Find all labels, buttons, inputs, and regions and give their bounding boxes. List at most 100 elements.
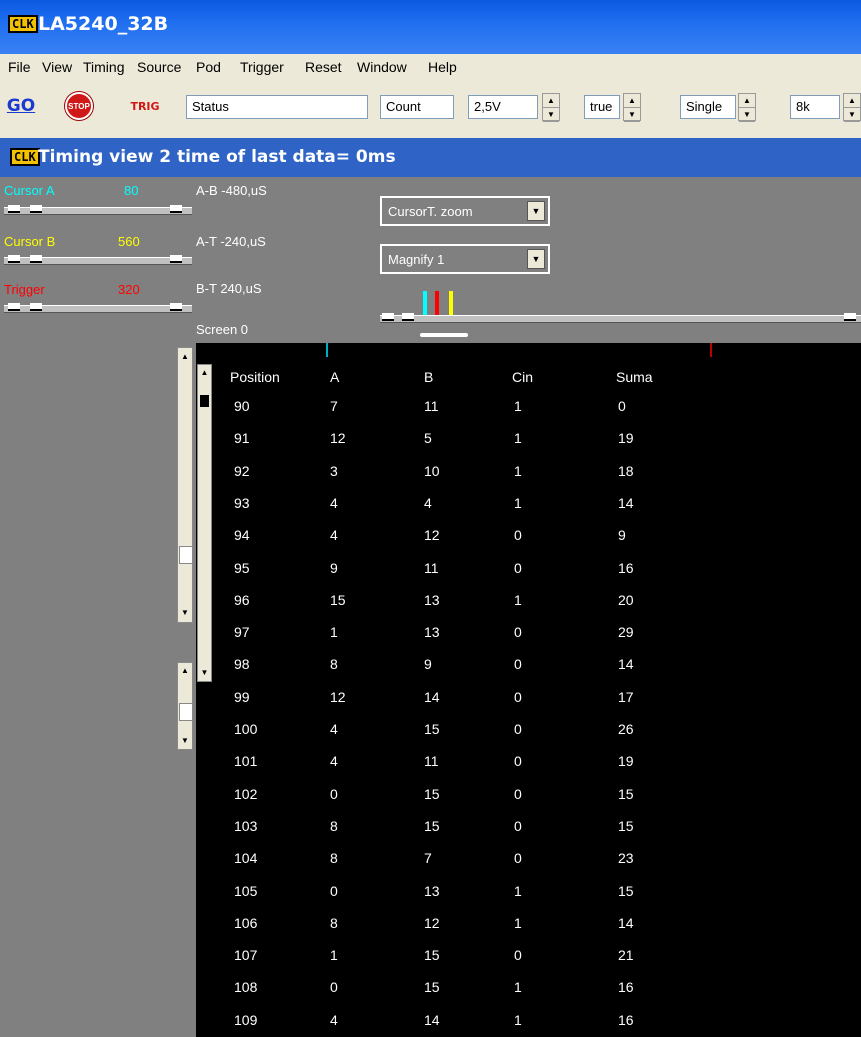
column-header-position: Position [230, 369, 280, 385]
scroll-down-icon[interactable]: ▼ [178, 733, 192, 749]
zoom-select[interactable]: CursorT. zoom ▼ [380, 196, 550, 226]
scroll-thumb[interactable] [200, 395, 209, 407]
mode-field[interactable]: Single [680, 95, 736, 119]
down-arrow-icon[interactable]: ▼ [624, 108, 640, 122]
status-field[interactable]: Status [186, 95, 368, 119]
cursor-panel: Cursor A 80 Cursor B 560 Trigger 320 [0, 177, 196, 1037]
trigger-slider[interactable] [4, 303, 192, 313]
slider-knob[interactable] [8, 303, 20, 311]
scroll-up-icon[interactable]: ▲ [198, 365, 211, 381]
cell-a: 4 [330, 527, 338, 544]
voltage-spinner[interactable]: ▲ ▼ [542, 93, 560, 122]
scroll-down-icon[interactable]: ▼ [178, 604, 192, 622]
go-button[interactable]: GO [4, 91, 38, 121]
bool-spinner[interactable]: ▲ ▼ [623, 93, 641, 122]
up-arrow-icon[interactable]: ▲ [844, 94, 860, 108]
trigger-marker[interactable] [435, 291, 439, 315]
cell-position: 106 [234, 914, 258, 931]
slider-knob[interactable] [30, 255, 42, 263]
vertical-scrollbar[interactable]: ▲ ▼ [177, 662, 193, 750]
cursor-a-slider[interactable] [4, 205, 192, 215]
up-arrow-icon[interactable]: ▲ [543, 94, 559, 108]
magnify-select[interactable]: Magnify 1 ▼ [380, 244, 550, 274]
scroll-thumb[interactable] [179, 546, 193, 564]
bool-field[interactable]: true [584, 95, 620, 119]
down-arrow-icon[interactable]: ▼ [739, 108, 755, 122]
slider-knob[interactable] [170, 255, 182, 263]
menu-window[interactable]: Window [357, 59, 407, 75]
menu-reset[interactable]: Reset [305, 59, 342, 75]
stop-button[interactable]: STOP [62, 91, 96, 121]
down-arrow-icon[interactable]: ▼ [844, 108, 860, 122]
cell-b: 14 [424, 688, 440, 705]
view-logo-icon: CLK [10, 148, 40, 166]
slider-knob[interactable] [30, 205, 42, 213]
cell-a: 9 [330, 559, 338, 576]
slider-knob[interactable] [170, 205, 182, 213]
cell-suma: 14 [618, 494, 634, 511]
scroll-down-icon[interactable]: ▼ [198, 665, 211, 681]
vertical-scrollbar[interactable]: ▲ ▼ [177, 347, 193, 623]
up-arrow-icon[interactable]: ▲ [739, 94, 755, 108]
cell-cin: 0 [514, 850, 522, 867]
depth-spinner[interactable]: ▲ ▼ [843, 93, 861, 122]
cell-cin: 0 [514, 721, 522, 737]
cell-position: 93 [234, 494, 250, 511]
slider-knob[interactable] [170, 303, 182, 311]
cell-b: 15 [424, 947, 440, 964]
slider-knob[interactable] [8, 255, 20, 263]
cell-suma: 21 [618, 947, 634, 964]
chevron-down-icon[interactable]: ▼ [527, 249, 545, 269]
cell-position: 104 [234, 850, 258, 867]
cell-a: 8 [330, 850, 338, 867]
cell-b: 15 [424, 817, 440, 834]
menu-pod[interactable]: Pod [196, 59, 221, 75]
slider-knob[interactable] [8, 205, 20, 213]
scroll-up-icon[interactable]: ▲ [178, 663, 192, 679]
menu-view[interactable]: View [42, 59, 72, 75]
cell-b: 12 [424, 914, 440, 931]
menu-file[interactable]: File [8, 59, 31, 75]
down-arrow-icon[interactable]: ▼ [543, 108, 559, 122]
table-scrollbar[interactable]: ▲ ▼ [197, 364, 212, 682]
scroll-indicator[interactable] [420, 333, 468, 337]
slider-knob[interactable] [402, 313, 414, 321]
slider-knob[interactable] [844, 313, 856, 321]
data-panel [196, 343, 861, 1037]
cell-suma: 0 [618, 398, 626, 414]
cursor-a-marker[interactable] [423, 291, 427, 315]
cursor-a-value: 80 [124, 183, 139, 198]
cell-cin: 0 [514, 624, 522, 641]
toolbar: GO STOP TRIG Status Count 2,5V ▲ ▼ true ▲… [0, 80, 861, 139]
depth-field[interactable]: 8k [790, 95, 840, 119]
menu-timing[interactable]: Timing [83, 59, 125, 75]
cell-a: 4 [330, 721, 338, 737]
cell-b: 13 [424, 624, 440, 641]
cell-b: 11 [424, 559, 439, 576]
scroll-thumb[interactable] [179, 703, 193, 721]
cell-cin: 0 [514, 688, 522, 705]
slider-knob[interactable] [30, 303, 42, 311]
up-arrow-icon[interactable]: ▲ [624, 94, 640, 108]
voltage-field[interactable]: 2,5V [468, 95, 538, 119]
cursor-a-tick [326, 343, 328, 357]
count-field[interactable]: Count [380, 95, 454, 119]
menu-trigger[interactable]: Trigger [240, 59, 284, 75]
cell-a: 4 [330, 753, 338, 770]
cell-a: 3 [330, 462, 338, 479]
cell-b: 13 [424, 882, 440, 899]
overview-slider[interactable] [380, 313, 861, 323]
scroll-up-icon[interactable]: ▲ [178, 348, 192, 366]
menu-source[interactable]: Source [137, 59, 181, 75]
cell-b: 11 [424, 753, 439, 770]
trigger-button[interactable]: TRIG [128, 91, 162, 121]
menu-help[interactable]: Help [428, 59, 457, 75]
cursor-b-slider[interactable] [4, 255, 192, 265]
mode-spinner[interactable]: ▲ ▼ [738, 93, 756, 122]
go-icon: GO [6, 96, 36, 116]
chevron-down-icon[interactable]: ▼ [527, 201, 545, 221]
slider-knob[interactable] [382, 313, 394, 321]
trigger-value: 320 [118, 282, 140, 297]
cell-position: 108 [234, 979, 258, 996]
cursor-b-marker[interactable] [449, 291, 453, 315]
